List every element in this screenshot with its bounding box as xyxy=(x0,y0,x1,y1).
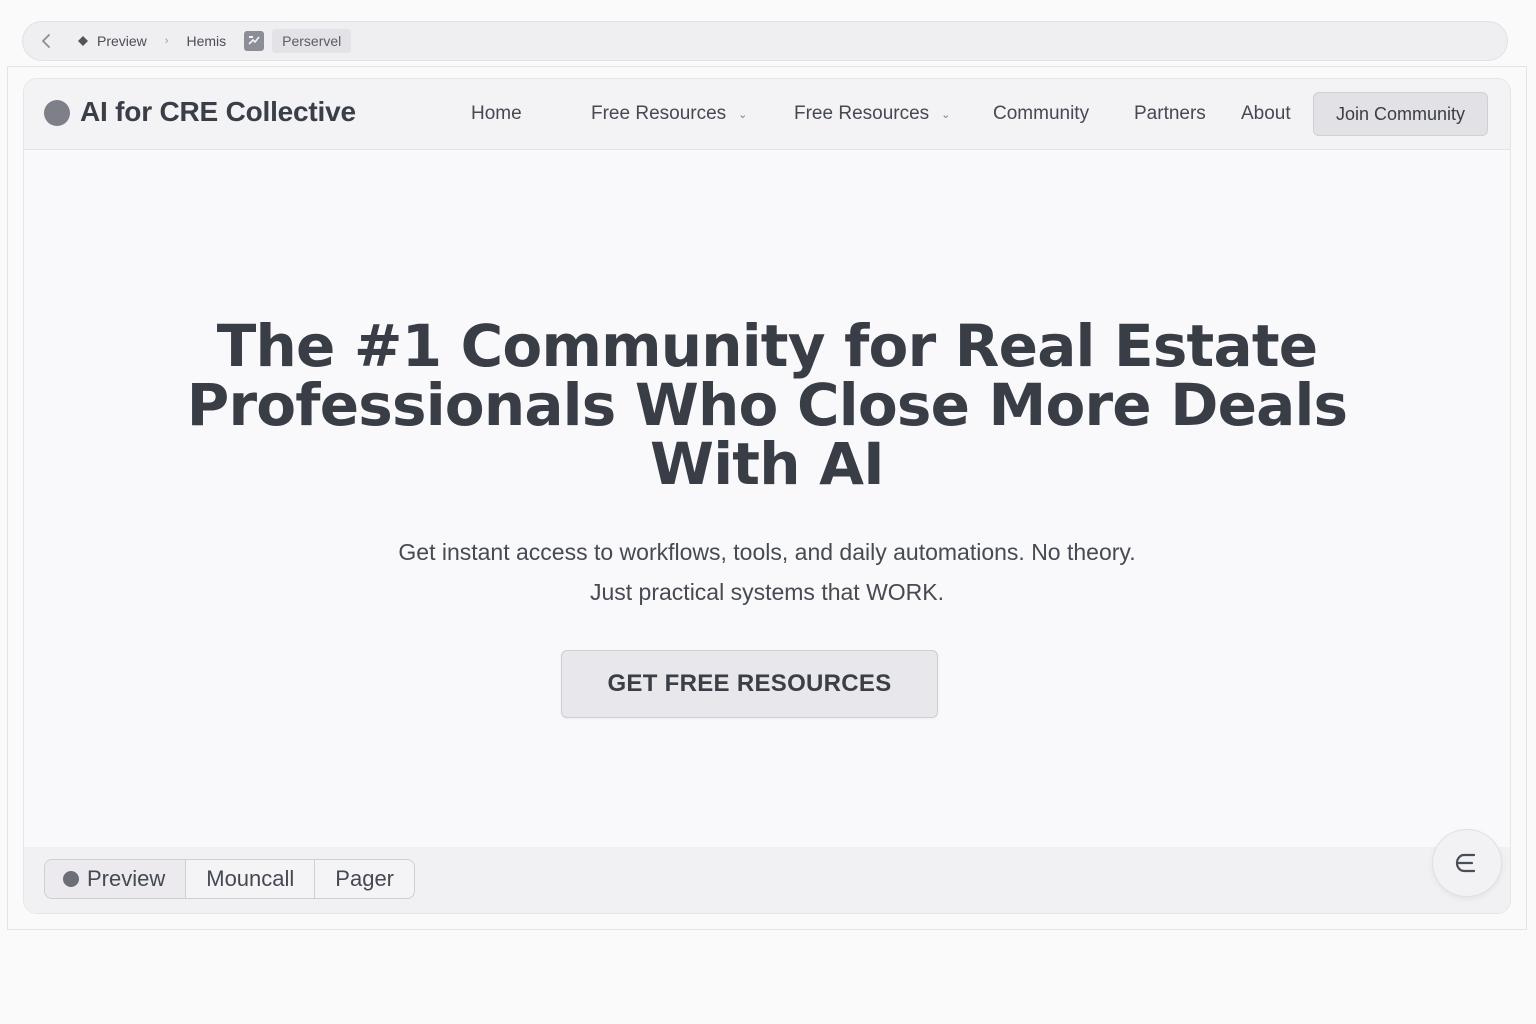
breadcrumb-label: Hemis xyxy=(186,33,227,49)
nav-label: Partners xyxy=(1134,103,1206,124)
nav-label: Free Resources xyxy=(591,103,727,124)
epsilon-icon xyxy=(1455,853,1476,873)
tab-label: Mouncall xyxy=(206,866,295,891)
site-logo[interactable]: AI for CRE Collective xyxy=(80,96,356,128)
join-community-button[interactable]: Join Community xyxy=(1313,92,1488,136)
site-preview: AI for CRE Collective Home Free Resource… xyxy=(23,78,1511,914)
tab-label: Pager xyxy=(335,866,395,891)
breadcrumb-label: Preview xyxy=(97,33,147,49)
hero-title: The #1 Community for Real Estate Profess… xyxy=(24,317,1510,494)
tab-mouncall[interactable]: Mouncall xyxy=(186,860,316,898)
hero-subtitle-line: Just practical systems that WORK. xyxy=(589,579,945,605)
diamond-icon xyxy=(78,36,88,46)
tab-label: Preview xyxy=(87,866,166,891)
view-mode-tabs: Preview Mouncall Pager xyxy=(44,859,416,899)
chevron-down-icon: ⌄ xyxy=(738,108,748,121)
site-header: AI for CRE Collective Home Free Resource… xyxy=(24,79,1510,150)
nav-community[interactable]: Community xyxy=(993,103,1089,125)
breadcrumb-item-hemis[interactable]: Hemis xyxy=(186,33,226,49)
nav-partners[interactable]: Partners xyxy=(1134,103,1206,125)
nav-home[interactable]: Home xyxy=(471,103,522,125)
back-button[interactable] xyxy=(37,32,55,50)
nav-free-resources[interactable]: Free Resources ⌄ xyxy=(591,103,747,125)
nav-label: About xyxy=(1241,103,1291,124)
tab-pager[interactable]: Pager xyxy=(315,860,414,898)
app-icon xyxy=(244,31,265,51)
active-tab[interactable]: Perservel xyxy=(272,29,352,53)
nav-label: Community xyxy=(993,103,1090,124)
get-free-resources-button[interactable]: GET FREE RESOURCES xyxy=(561,650,938,718)
logo-icon xyxy=(44,100,70,126)
hero-title-line: Professionals Who Close More Deals xyxy=(186,371,1348,439)
floating-action-button[interactable] xyxy=(1432,829,1502,897)
preview-toolbar: Preview Mouncall Pager xyxy=(24,847,1510,913)
chevron-down-icon: ⌄ xyxy=(941,108,951,121)
nav-free-resources-2[interactable]: Free Resources ⌄ xyxy=(794,103,950,125)
status-dot-icon xyxy=(63,871,79,887)
nav-about[interactable]: About xyxy=(1241,103,1291,125)
hero-subtitle-line: Get instant access to workflows, tools, … xyxy=(398,539,1136,565)
hero-subtitle: Get instant access to workflows, tools, … xyxy=(24,532,1510,612)
browser-bar: Preview › Hemis Perservel xyxy=(22,21,1508,61)
hero-title-line: The #1 Community for Real Estate xyxy=(216,312,1318,380)
nav-label: Home xyxy=(471,103,522,124)
chevron-left-icon xyxy=(42,34,50,48)
chevron-right-icon: › xyxy=(164,35,169,47)
tab-preview[interactable]: Preview xyxy=(45,860,187,898)
breadcrumb-item-preview[interactable]: Preview xyxy=(77,33,147,49)
hero-title-line: With AI xyxy=(650,430,885,498)
nav-label: Free Resources xyxy=(794,103,930,124)
